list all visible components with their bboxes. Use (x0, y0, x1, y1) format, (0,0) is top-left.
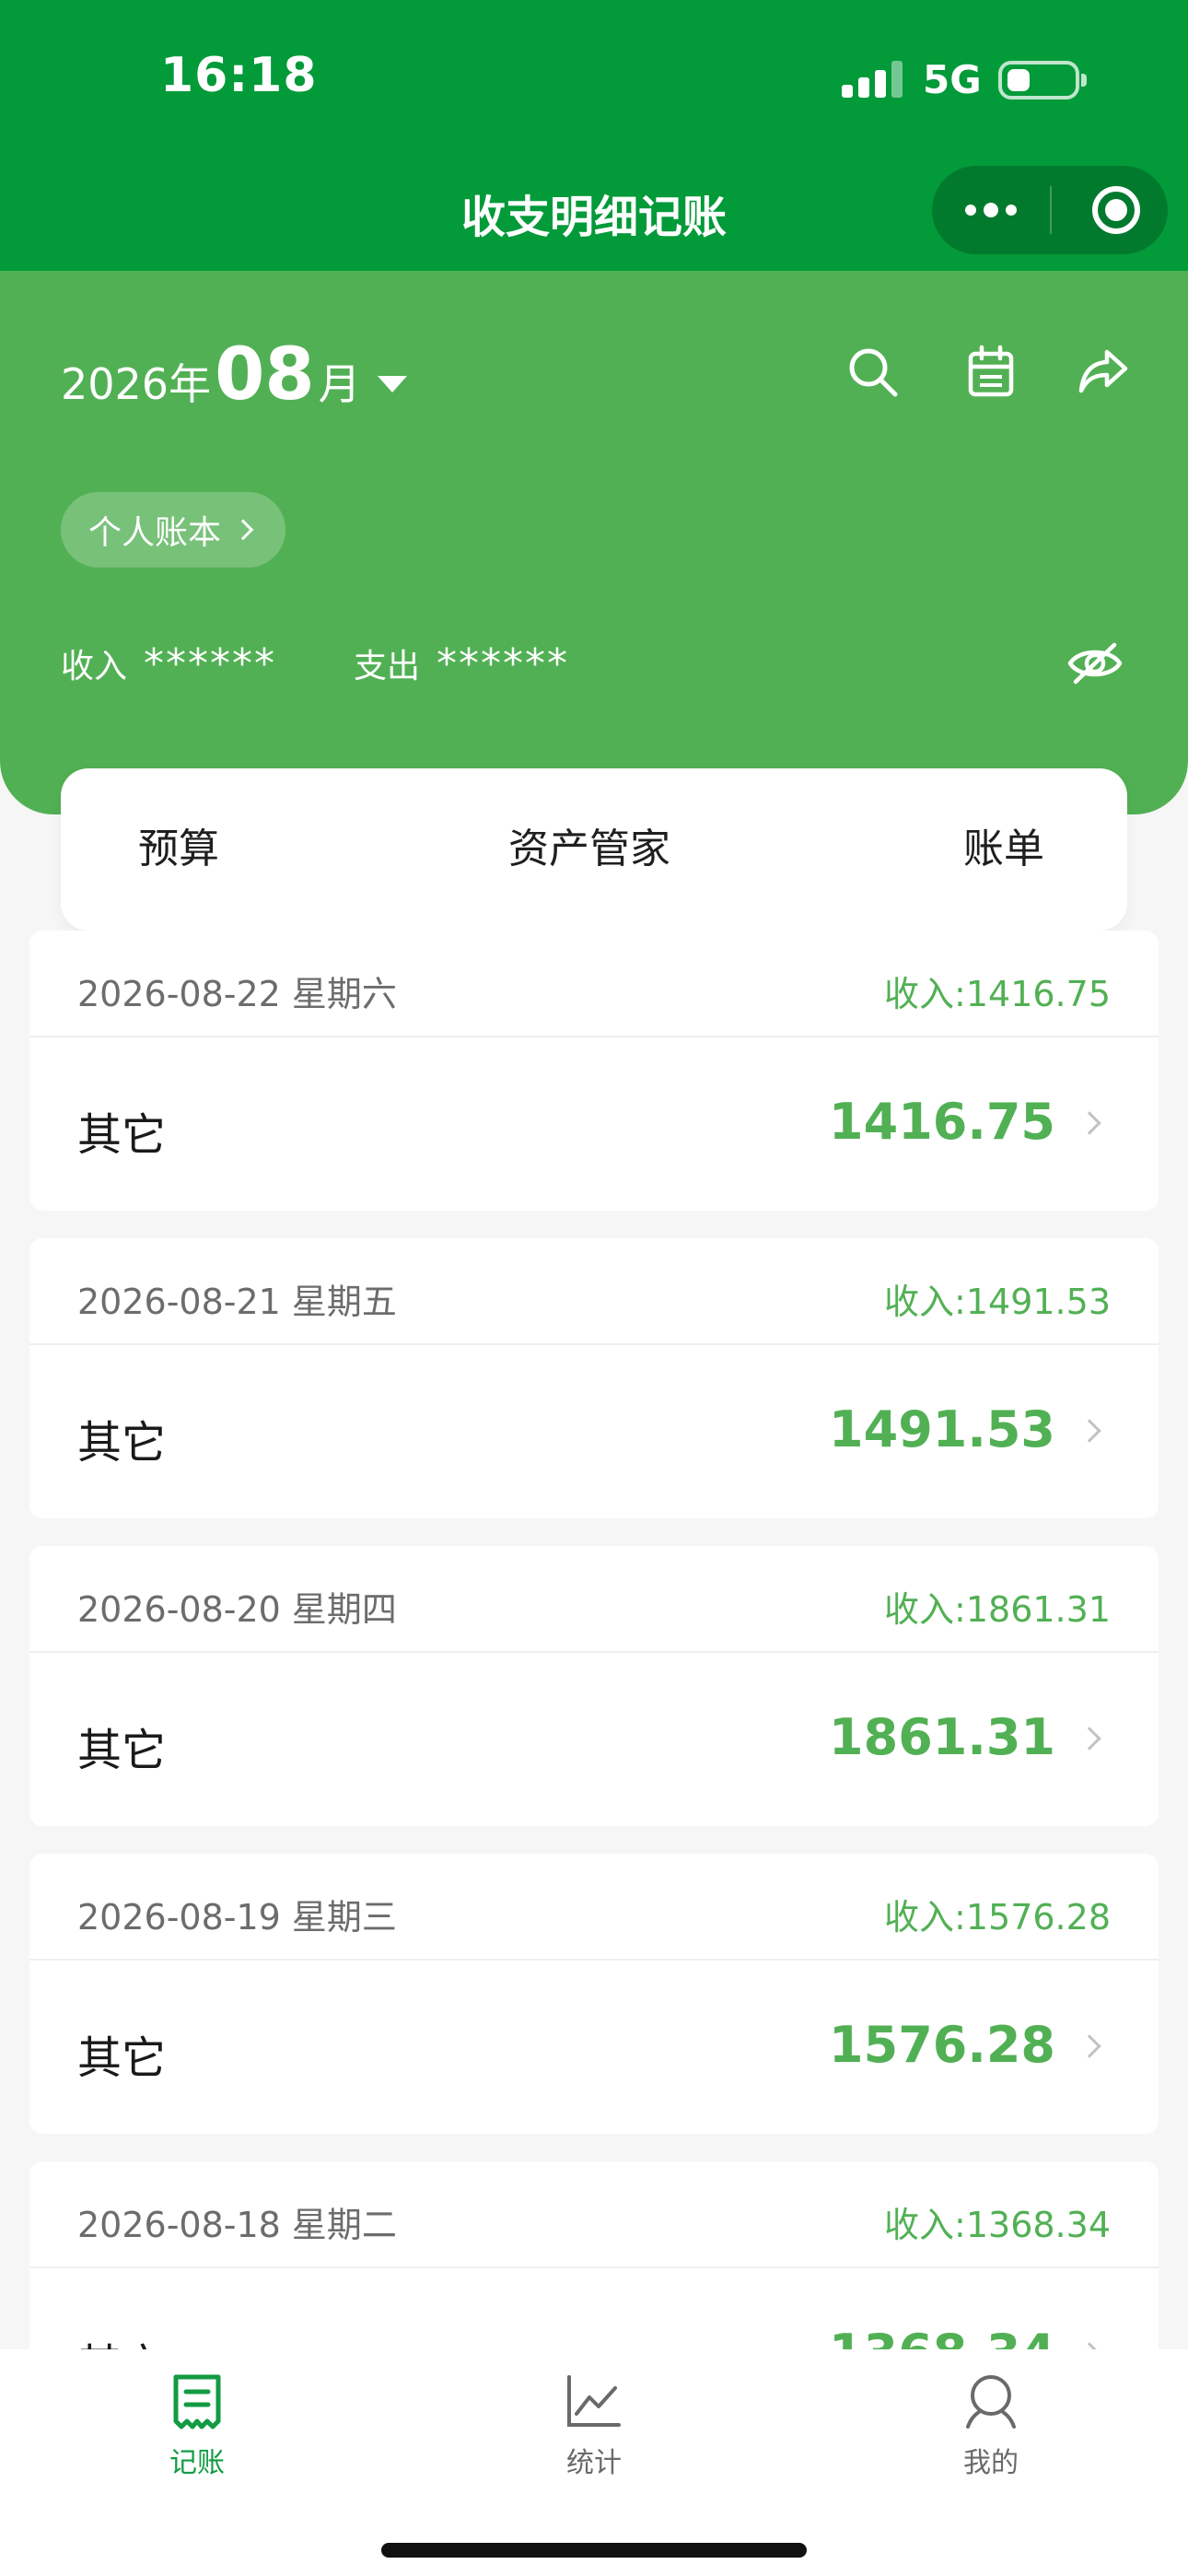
month-number: 08 (215, 334, 315, 416)
calendar-icon[interactable] (961, 343, 1020, 402)
record-day-total: 收入:1416.75 (884, 974, 1111, 1014)
day-header: 2026-08-22 星期六 收入:1416.75 (29, 931, 1159, 1037)
expense-label: 支出 (354, 648, 421, 685)
tab-ledger[interactable]: 记账 (105, 2370, 289, 2480)
record-date: 2026-08-22 星期六 (77, 974, 397, 1014)
expense-value: ****** (437, 640, 570, 687)
record-day-total: 收入:1368.34 (884, 2205, 1111, 2245)
tab-label: 我的 (963, 2447, 1019, 2479)
record-amount: 1491.53 (829, 1400, 1055, 1458)
day-header: 2026-08-19 星期三 收入:1576.28 (29, 1854, 1159, 1961)
status-time: 16:18 (160, 48, 318, 103)
record-day-total: 收入:1861.31 (884, 1589, 1111, 1630)
eye-off-icon[interactable] (1066, 639, 1124, 687)
month-picker[interactable]: 2026年 08 月 (61, 334, 407, 416)
tab-statistics[interactable]: 统计 (502, 2370, 686, 2480)
chart-icon (567, 2375, 621, 2427)
close-target-icon[interactable] (1092, 186, 1140, 234)
expense-summary: 支出 ****** (354, 639, 569, 687)
chevron-right-icon (1077, 1111, 1101, 1135)
record-date: 2026-08-21 星期五 (77, 1282, 397, 1322)
record-category: 其它 (77, 2032, 167, 2084)
profile-icon (966, 2375, 1016, 2429)
ledger-label: 个人账本 (88, 514, 222, 552)
day-header: 2026-08-21 星期五 收入:1491.53 (29, 1238, 1159, 1345)
asset-manager-button[interactable]: 资产管家 (508, 768, 670, 931)
record-date: 2026-08-18 星期二 (77, 2205, 397, 2245)
tab-profile[interactable]: 我的 (899, 2370, 1083, 2480)
record-day-total: 收入:1491.53 (884, 1282, 1111, 1322)
home-indicator (381, 2543, 807, 2558)
navigation-bar: 16:18 5G 收支明细记账 (0, 0, 1188, 271)
tab-label: 统计 (566, 2447, 622, 2479)
network-label: 5G (923, 57, 982, 102)
record-category: 其它 (77, 1417, 167, 1469)
caret-down-icon (377, 376, 407, 392)
record-amount: 1861.31 (829, 1708, 1055, 1766)
day-record: 2026-08-21 星期五 收入:1491.53 其它 1491.53 (29, 1238, 1159, 1518)
quick-actions: 预算 资产管家 账单 (61, 768, 1127, 931)
record-amount: 1416.75 (829, 1093, 1055, 1151)
year-label: 2026年 (61, 359, 212, 409)
income-value: ****** (144, 640, 277, 687)
budget-button[interactable]: 预算 (138, 768, 219, 931)
chevron-right-icon (1077, 1727, 1101, 1751)
record-category: 其它 (77, 1109, 167, 1161)
record-date: 2026-08-19 星期三 (77, 1897, 397, 1938)
record-date: 2026-08-20 星期四 (77, 1589, 397, 1630)
ledger-icon (173, 2374, 221, 2430)
day-record: 2026-08-20 星期四 收入:1861.31 其它 1861.31 (29, 1546, 1159, 1826)
day-record: 2026-08-19 星期三 收入:1576.28 其它 1576.28 (29, 1854, 1159, 2134)
record-day-total: 收入:1576.28 (884, 1897, 1111, 1938)
day-header: 2026-08-18 星期二 收入:1368.34 (29, 2161, 1159, 2268)
month-unit: 月 (318, 359, 361, 409)
day-record: 2026-08-22 星期六 收入:1416.75 其它 1416.75 (29, 931, 1159, 1211)
battery-icon (998, 61, 1087, 100)
signal-icon (842, 61, 903, 98)
income-summary: 收入 ****** (61, 639, 276, 687)
chevron-right-icon (1077, 1419, 1101, 1443)
record-category: 其它 (77, 1725, 167, 1776)
share-icon[interactable] (1074, 343, 1133, 402)
bill-button[interactable]: 账单 (963, 768, 1044, 931)
chevron-right-icon (232, 519, 254, 541)
mini-program-capsule (932, 166, 1168, 254)
record-amount: 1576.28 (829, 2016, 1055, 2074)
tab-label: 记账 (169, 2447, 225, 2479)
income-label: 收入 (61, 648, 128, 685)
ledger-selector[interactable]: 个人账本 (61, 492, 286, 568)
day-header: 2026-08-20 星期四 收入:1861.31 (29, 1546, 1159, 1653)
search-icon[interactable] (844, 343, 903, 402)
more-icon[interactable] (932, 166, 1050, 254)
chevron-right-icon (1077, 2034, 1101, 2058)
